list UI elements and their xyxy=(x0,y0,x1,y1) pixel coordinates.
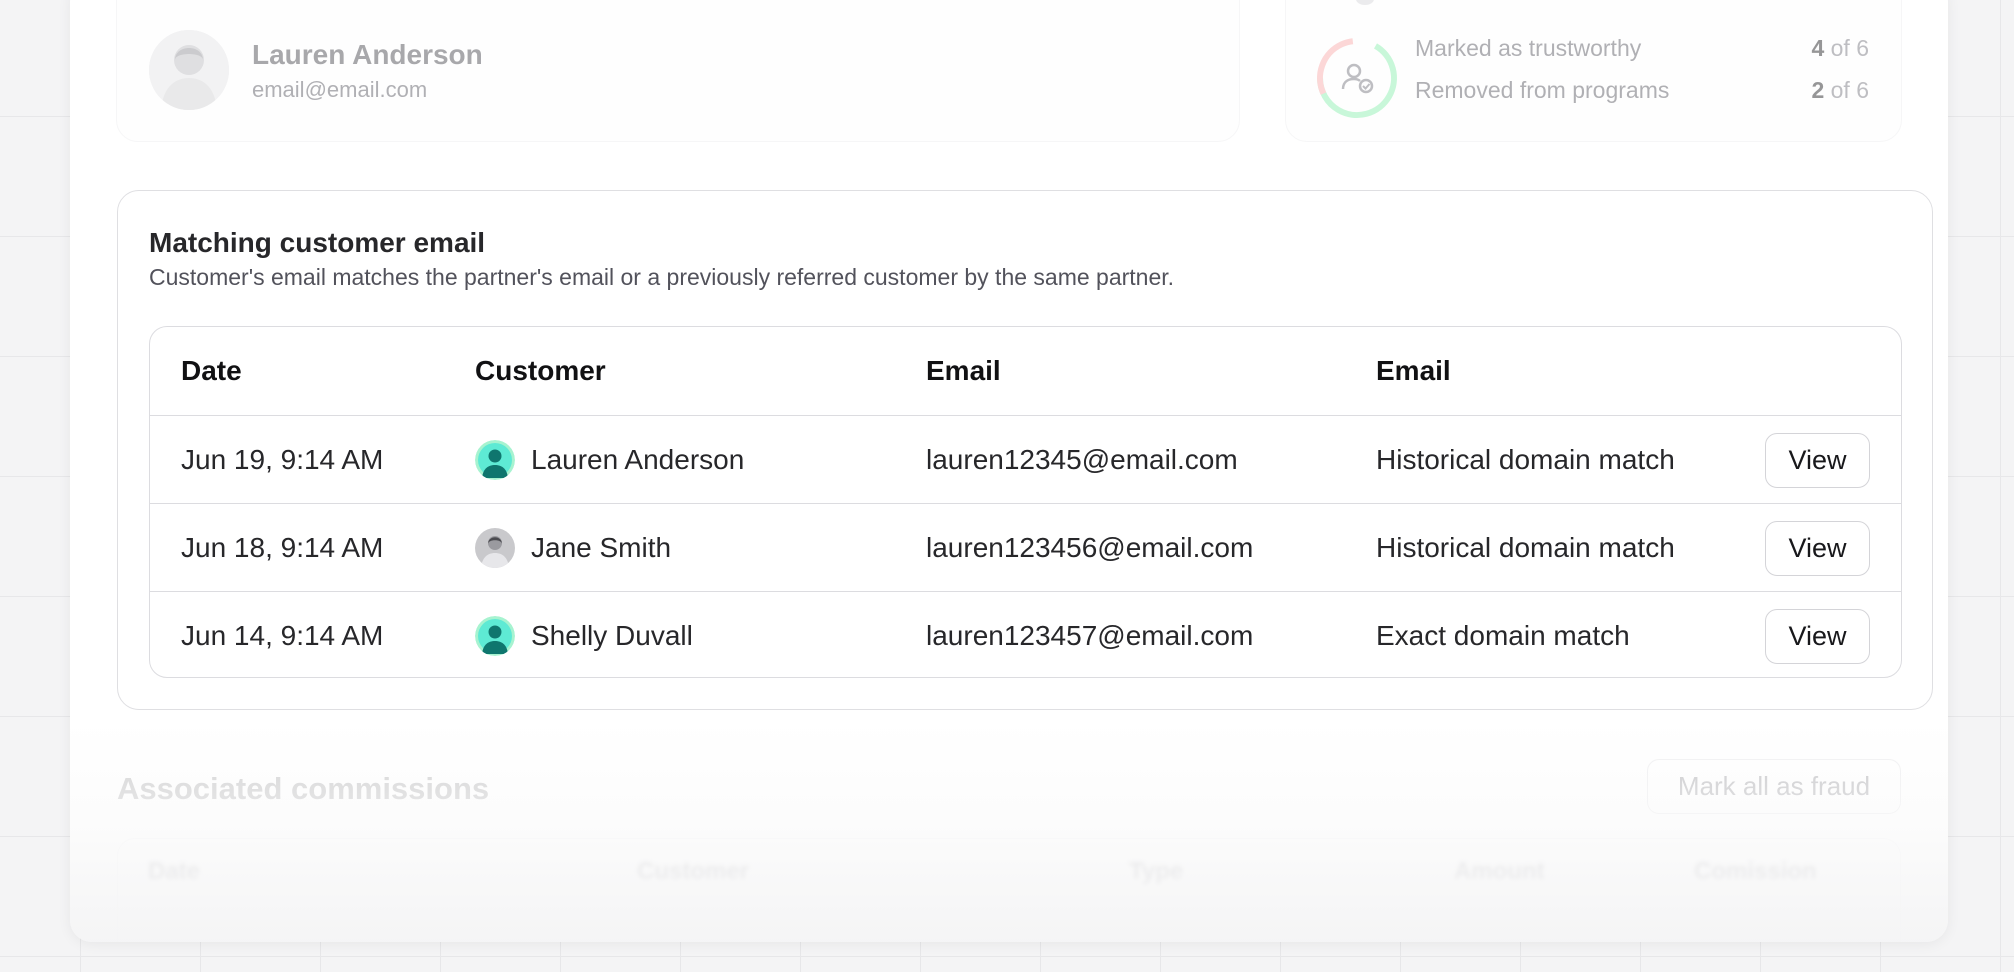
row-date: Jun 19, 9:14 AM xyxy=(181,444,384,475)
column-header-match: Email xyxy=(1376,355,1451,386)
table-row: Jun 18, 9:14 AM Jane Smith lauren123456@… xyxy=(150,503,1901,591)
stat-trustworthy-label: Marked as trustworthy xyxy=(1415,35,1642,61)
column-header-email: Email xyxy=(926,355,1001,386)
table-header: Date Customer Email Email xyxy=(150,327,1901,415)
trust-stats-card: Marked as trustworthy 4 of 6 Removed fro… xyxy=(1285,0,1902,142)
column-header-date: Date xyxy=(181,355,242,386)
commissions-header-comission: Comission xyxy=(1694,858,1817,885)
row-customer: Shelly Duvall xyxy=(475,592,693,677)
partner-name: Lauren Anderson xyxy=(252,39,483,70)
stat-trustworthy-value: 4 of 6 xyxy=(1811,35,1869,61)
section-description: Customer's email matches the partner's e… xyxy=(149,264,1175,290)
row-match-type: Exact domain match xyxy=(1376,620,1630,651)
view-button[interactable]: View xyxy=(1765,609,1870,664)
mark-all-fraud-button[interactable]: Mark all as fraud xyxy=(1647,759,1901,814)
customer-name: Lauren Anderson xyxy=(531,444,745,475)
row-customer: Lauren Anderson xyxy=(475,416,744,504)
view-button[interactable]: View xyxy=(1765,521,1870,576)
commissions-header-customer: Customer xyxy=(637,858,750,885)
main-panel: Lauren Anderson email@email.com Marked a… xyxy=(70,0,1948,942)
row-email: lauren123456@email.com xyxy=(926,532,1254,563)
commissions-header-amount: Amount xyxy=(1454,858,1545,885)
commissions-header-date: Date xyxy=(148,858,201,885)
row-date: Jun 14, 9:14 AM xyxy=(181,620,384,651)
commissions-header-type: Type xyxy=(1129,858,1184,885)
commissions-table xyxy=(117,838,1901,942)
customer-name: Shelly Duvall xyxy=(531,620,693,651)
header-icon-edge xyxy=(1356,0,1374,5)
partner-avatar xyxy=(149,30,229,110)
row-email: lauren123457@email.com xyxy=(926,620,1254,651)
customer-photo-avatar xyxy=(475,528,515,568)
view-button[interactable]: View xyxy=(1765,433,1870,488)
partner-email: email@email.com xyxy=(252,77,428,102)
trust-ring-icon xyxy=(1317,38,1397,118)
row-match-type: Historical domain match xyxy=(1376,444,1675,475)
customer-name: Jane Smith xyxy=(531,532,672,563)
stat-removed-value: 2 of 6 xyxy=(1811,77,1869,103)
table-row: Jun 19, 9:14 AM Lauren Anderson lauren12… xyxy=(150,415,1901,503)
person-icon xyxy=(475,616,515,656)
row-customer: Jane Smith xyxy=(475,504,671,592)
associated-commissions-title: Associated commissions xyxy=(117,771,490,806)
section-title: Matching customer email xyxy=(149,227,486,258)
partner-card: Lauren Anderson email@email.com xyxy=(116,0,1240,142)
matching-table: Date Customer Email Email Jun 19, 9:14 A… xyxy=(149,326,1902,678)
row-email: lauren12345@email.com xyxy=(926,444,1238,475)
matching-email-card: Matching customer email Customer's email… xyxy=(117,190,1933,710)
table-row: Jun 14, 9:14 AM Shelly Duvall lauren1234… xyxy=(150,591,1901,677)
column-header-customer: Customer xyxy=(475,355,606,386)
person-icon xyxy=(475,440,515,480)
row-match-type: Historical domain match xyxy=(1376,532,1675,563)
stat-removed-label: Removed from programs xyxy=(1415,77,1670,103)
row-date: Jun 18, 9:14 AM xyxy=(181,532,384,563)
